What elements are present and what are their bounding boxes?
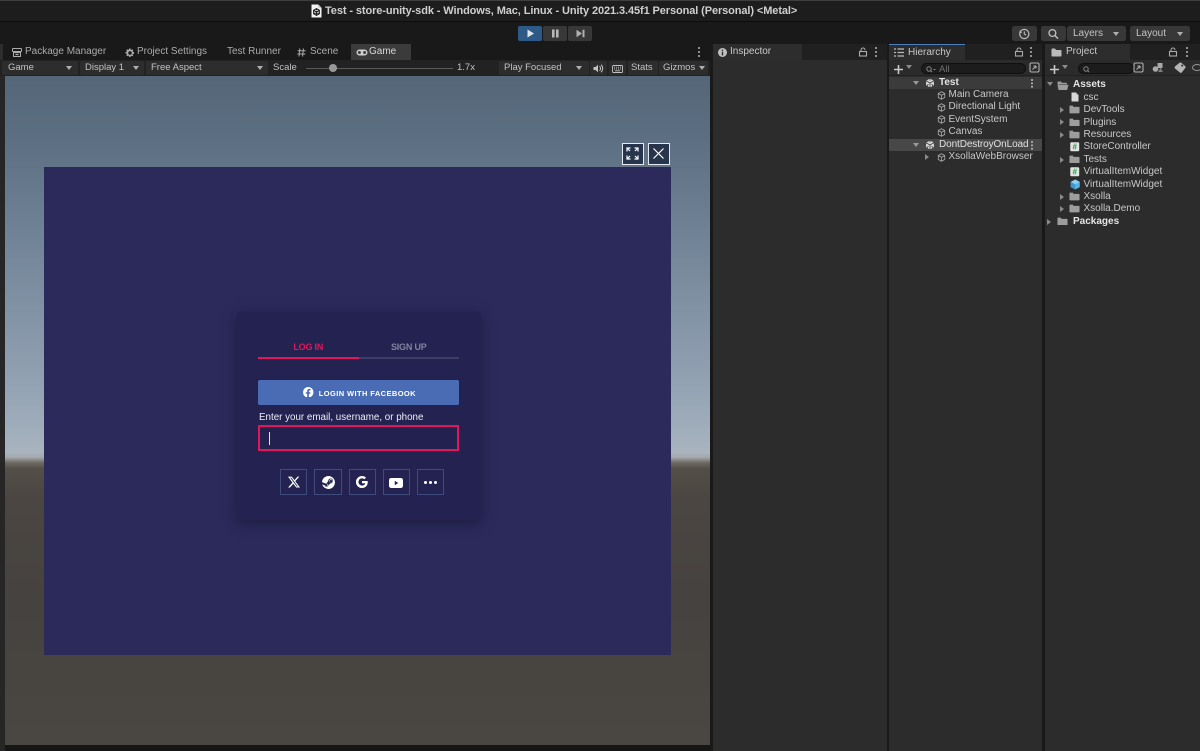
svg-text:#: #: [1073, 168, 1078, 177]
svg-text:#: #: [1073, 143, 1078, 152]
